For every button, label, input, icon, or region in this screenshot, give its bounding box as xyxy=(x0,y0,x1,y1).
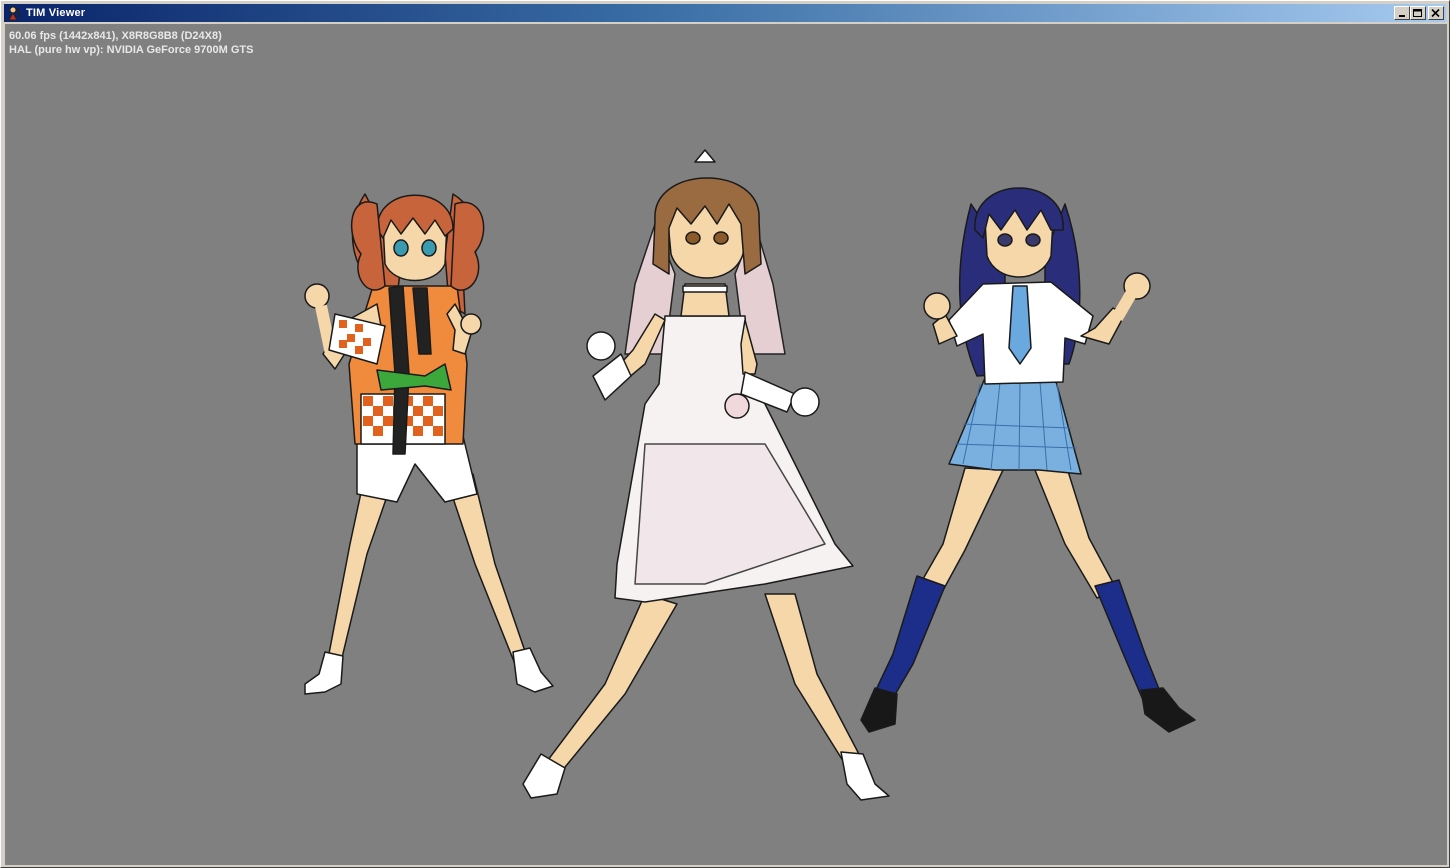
close-icon xyxy=(1431,9,1440,18)
window-title: TIM Viewer xyxy=(26,7,86,19)
titlebar-buttons xyxy=(1394,6,1444,20)
render-viewport[interactable]: 60.06 fps (1442x841), X8R8G8B8 (D24X8) H… xyxy=(5,24,1447,865)
title-bar[interactable]: TIM Viewer xyxy=(4,4,1446,22)
character-center xyxy=(522,149,890,801)
3d-scene xyxy=(304,149,1196,801)
character-left xyxy=(304,193,554,695)
maximize-icon xyxy=(1413,9,1422,17)
close-button[interactable] xyxy=(1428,6,1444,20)
maximize-button[interactable] xyxy=(1410,6,1426,20)
minimize-button[interactable] xyxy=(1394,6,1410,20)
minimize-icon xyxy=(1399,15,1405,17)
character-right xyxy=(860,187,1196,733)
app-window: TIM Viewer 60.06 fps (1442x841), X8R8G8B… xyxy=(0,0,1450,868)
pencil-figure-icon xyxy=(8,6,21,21)
